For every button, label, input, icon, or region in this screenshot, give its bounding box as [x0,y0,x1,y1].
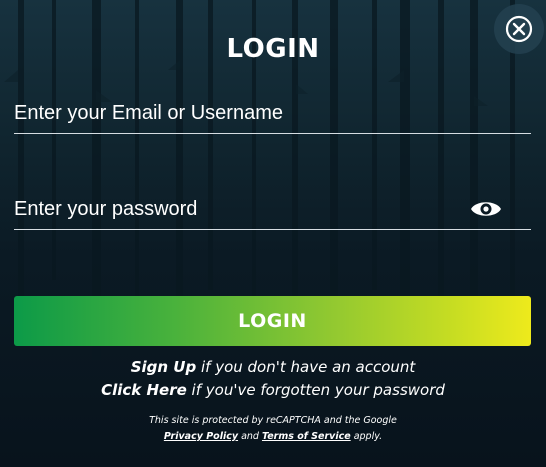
eye-icon [471,202,501,216]
recaptcha-apply-text: apply. [350,431,383,442]
recaptcha-notice: This site is protected by reCAPTCHA and … [149,415,397,426]
recaptcha-and-text: and [238,431,262,442]
recaptcha-links: Privacy Policy and Terms of Service appl… [0,431,546,442]
terms-of-service-link[interactable]: Terms of Service [262,431,351,442]
signup-text: if you don't have an account [196,358,416,376]
password-field [14,190,531,230]
close-button[interactable] [494,4,544,54]
email-field [14,94,531,134]
signup-line: Sign Up if you don't have an account [0,358,546,376]
show-password-toggle[interactable] [469,196,503,222]
forgot-password-text: if you've forgotten your password [186,381,445,399]
password-input[interactable] [14,190,469,229]
close-icon [505,15,533,43]
privacy-policy-link[interactable]: Privacy Policy [164,431,238,442]
login-modal: LOGIN LOGIN Sign Up if you don't have an… [0,0,546,467]
forgot-password-link[interactable]: Click Here [101,381,187,399]
email-input[interactable] [14,94,531,133]
login-title: LOGIN [226,34,320,64]
signup-link[interactable]: Sign Up [131,358,197,376]
login-button[interactable]: LOGIN [14,296,531,346]
forgot-password-line: Click Here if you've forgotten your pass… [0,381,546,399]
